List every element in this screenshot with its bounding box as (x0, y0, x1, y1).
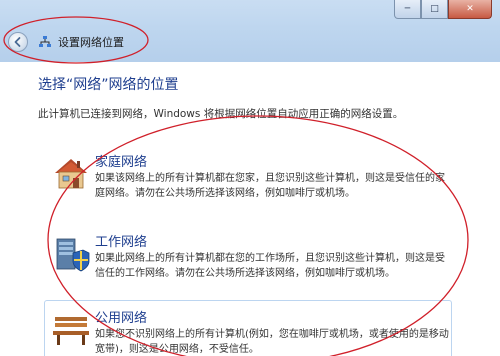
back-button[interactable] (8, 32, 28, 52)
nav-title: 设置网络位置 (58, 36, 124, 49)
option-public-network[interactable]: 公用网络 如果您不识别网络上的所有计算机(例如，您在咖啡厅或机场，或者使用的是移… (44, 300, 452, 356)
page-title: 选择“网络”网络的位置 (38, 77, 179, 93)
back-arrow-icon (14, 37, 21, 47)
work-computer-shield-icon (56, 238, 90, 272)
intro-text: 此计算机已连接到网络，Windows 将根据网络位置自动应用正确的网络设置。 (38, 108, 404, 120)
maximize-button[interactable]: □ (421, 0, 448, 19)
option-home-network[interactable]: 家庭网络 如果该网络上的所有计算机都在您家，且您识别这些计算机，则这是受信任的家… (44, 144, 452, 216)
option-description: 如果该网络上的所有计算机都在您家，且您识别这些计算机，则这是受信任的家庭网络。请… (95, 173, 445, 199)
window-titlebar: ─ □ ✕ 设置网络位置 (0, 0, 500, 62)
house-icon (55, 159, 87, 189)
option-work-network[interactable]: 工作网络 如果此网络上的所有计算机都在您的工作场所，且您识别这些计算机，则这是受… (44, 224, 452, 296)
option-title: 工作网络 (95, 235, 148, 250)
option-title: 家庭网络 (95, 155, 148, 170)
option-description: 如果您不识别网络上的所有计算机(例如，您在咖啡厅或机场，或者使用的是移动宽带)，… (95, 329, 449, 355)
park-bench-icon (53, 317, 89, 345)
main-content: 选择“网络”网络的位置 此计算机已连接到网络，Windows 将根据网络位置自动… (0, 62, 500, 356)
minimize-button[interactable]: ─ (394, 0, 421, 19)
option-title: 公用网络 (95, 311, 148, 326)
close-button[interactable]: ✕ (448, 0, 492, 19)
window-controls: ─ □ ✕ (394, 0, 492, 20)
option-description: 如果此网络上的所有计算机都在您的工作场所，且您识别这些计算机，则这是受信任的工作… (95, 253, 445, 279)
network-icon (39, 36, 51, 47)
navigation-bar: 设置网络位置 (0, 28, 500, 56)
